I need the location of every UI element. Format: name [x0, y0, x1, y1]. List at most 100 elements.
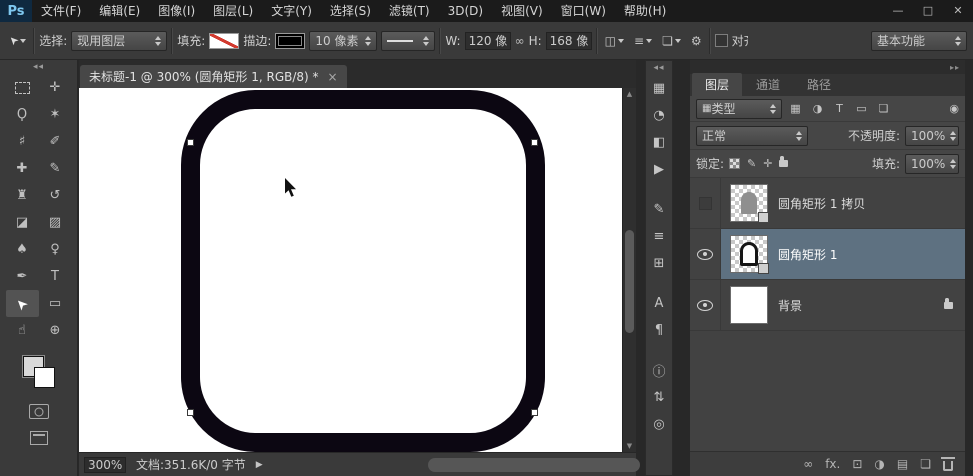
visibility-column[interactable]	[690, 178, 721, 228]
type-layer-filter-icon[interactable]: T	[831, 102, 848, 115]
eye-icon[interactable]	[697, 249, 713, 260]
character-panel-icon[interactable]: A	[646, 290, 672, 317]
layer-row-background[interactable]: 背景	[690, 280, 965, 331]
screen-mode-button[interactable]	[30, 431, 48, 445]
canvas[interactable]	[79, 88, 622, 452]
filter-kind-dropdown[interactable]: ▦ 类型	[696, 99, 782, 119]
expand-panels-icon[interactable]: ◂◂	[646, 61, 672, 75]
lock-all-icon[interactable]	[779, 160, 788, 167]
workspace-dropdown[interactable]: 基本功能	[871, 31, 967, 51]
document-tab[interactable]: 未标题-1 @ 300% (圆角矩形 1, RGB/8) * ×	[80, 65, 347, 88]
healing-brush-tool[interactable]: ✚	[6, 155, 39, 182]
move-tool[interactable]: ✛	[39, 74, 72, 101]
brush-panel-icon[interactable]: ✎	[646, 196, 672, 223]
layer-thumbnail[interactable]	[730, 286, 768, 324]
layer-row-rounded-rect-copy[interactable]: 圆角矩形 1 拷贝	[690, 178, 965, 229]
path-arrange-button[interactable]: ❏	[659, 32, 684, 50]
dock-drag-bar[interactable]: ▸▸	[690, 60, 965, 74]
layer-row-rounded-rect[interactable]: 圆角矩形 1	[690, 229, 965, 280]
visibility-column[interactable]	[690, 280, 721, 330]
smart-object-filter-icon[interactable]: ❏	[875, 102, 892, 115]
horizontal-scrollbar-thumb[interactable]	[428, 458, 640, 472]
stroke-width-dropdown[interactable]: 10 像素	[309, 31, 377, 51]
path-alignment-button[interactable]: ≡	[631, 32, 655, 50]
add-layer-mask-button[interactable]: ⊡	[852, 457, 862, 471]
eraser-tool[interactable]: ◪	[6, 209, 39, 236]
shape-layer-filter-icon[interactable]: ▭	[853, 102, 870, 115]
eye-icon[interactable]	[697, 300, 713, 311]
info-panel-icon[interactable]: ⓘ	[646, 357, 672, 384]
delete-layer-button[interactable]	[943, 458, 953, 471]
quick-mask-button[interactable]	[29, 404, 49, 419]
stroke-swatch[interactable]	[275, 33, 305, 49]
brush-tool[interactable]: ✎	[39, 155, 72, 182]
tool-preset-button[interactable]: ➤	[6, 32, 29, 49]
eyedropper-tool[interactable]: ✐	[39, 128, 72, 155]
visibility-column[interactable]	[690, 229, 721, 279]
swatches-panel-icon[interactable]: ▦	[646, 75, 672, 102]
scroll-down-icon[interactable]: ▼	[623, 442, 636, 450]
layer-thumbnail[interactable]	[730, 184, 768, 222]
opacity-dropdown[interactable]: 100%	[905, 126, 959, 146]
layer-name[interactable]: 圆角矩形 1	[778, 246, 837, 263]
width-field[interactable]: 120 像素	[465, 32, 511, 50]
path-anchor-point[interactable]	[531, 409, 538, 416]
pixel-layer-filter-icon[interactable]: ▦	[787, 102, 804, 115]
scroll-up-icon[interactable]: ▲	[623, 90, 636, 98]
path-anchor-point[interactable]	[187, 409, 194, 416]
menu-layer[interactable]: 图层(L)	[204, 0, 262, 22]
menu-file[interactable]: 文件(F)	[32, 0, 90, 22]
menu-select[interactable]: 选择(S)	[321, 0, 380, 22]
height-field[interactable]: 168 像素	[546, 32, 592, 50]
rectangle-tool[interactable]: ▭	[39, 290, 72, 317]
magic-wand-tool[interactable]: ✶	[39, 101, 72, 128]
adjustments-panel-icon[interactable]: ◧	[646, 129, 672, 156]
fill-opacity-dropdown[interactable]: 100%	[905, 154, 959, 174]
zoom-tool[interactable]: ⊕	[39, 317, 72, 344]
clone-stamp-tool[interactable]: ♜	[6, 182, 39, 209]
rounded-rectangle-shape[interactable]	[181, 90, 545, 452]
dodge-tool[interactable]: ♀	[39, 236, 72, 263]
brush-presets-panel-icon[interactable]: ≡	[646, 223, 672, 250]
adjustment-layer-button[interactable]: ◑	[874, 457, 884, 471]
new-group-button[interactable]: ▤	[897, 457, 908, 471]
tab-close-icon[interactable]: ×	[328, 70, 338, 84]
hand-tool[interactable]: ☝	[6, 317, 39, 344]
crop-tool[interactable]: ♯	[6, 128, 39, 155]
tab-channels[interactable]: 通道	[743, 73, 793, 96]
lock-transparency-icon[interactable]	[729, 158, 740, 169]
zoom-field[interactable]: 300%	[84, 457, 126, 473]
maximize-button[interactable]: □	[913, 0, 943, 22]
navigator-panel-icon[interactable]: ◎	[646, 411, 672, 438]
blur-tool[interactable]: ♠	[6, 236, 39, 263]
tab-layers[interactable]: 图层	[692, 73, 742, 96]
color-panel-icon[interactable]: ◔	[646, 102, 672, 129]
layer-style-button[interactable]: fx.	[825, 457, 840, 471]
clone-source-panel-icon[interactable]: ⊞	[646, 250, 672, 277]
lock-position-icon[interactable]: ✛	[763, 157, 772, 170]
menu-view[interactable]: 视图(V)	[492, 0, 552, 22]
menu-filter[interactable]: 滤镜(T)	[380, 0, 439, 22]
gradient-tool[interactable]: ▨	[39, 209, 72, 236]
blend-mode-dropdown[interactable]: 正常	[696, 126, 808, 146]
menu-edit[interactable]: 编辑(E)	[90, 0, 149, 22]
layer-name[interactable]: 圆角矩形 1 拷贝	[778, 195, 865, 212]
status-menu-arrow-icon[interactable]: ▶	[256, 460, 263, 470]
rectangular-marquee-tool[interactable]	[6, 74, 39, 101]
fill-swatch[interactable]	[209, 33, 239, 49]
adjustment-layer-filter-icon[interactable]: ◑	[809, 102, 826, 115]
menu-image[interactable]: 图像(I)	[149, 0, 204, 22]
select-mode-dropdown[interactable]: 现用图层	[71, 31, 167, 51]
close-button[interactable]: ✕	[943, 0, 973, 22]
link-layers-button[interactable]: ∞	[803, 457, 813, 471]
path-anchor-point[interactable]	[187, 139, 194, 146]
menu-help[interactable]: 帮助(H)	[615, 0, 675, 22]
background-color-swatch[interactable]	[34, 367, 55, 388]
stroke-type-dropdown[interactable]	[381, 31, 435, 51]
collapse-dock-icon[interactable]: ▸▸	[950, 63, 960, 72]
histogram-panel-icon[interactable]: ⇅	[646, 384, 672, 411]
tab-paths[interactable]: 路径	[794, 73, 844, 96]
align-edges-checkbox[interactable]	[715, 34, 728, 47]
link-dimensions-icon[interactable]: ∞	[515, 34, 525, 48]
collapse-tools-icon[interactable]: ◂◂	[0, 60, 77, 74]
